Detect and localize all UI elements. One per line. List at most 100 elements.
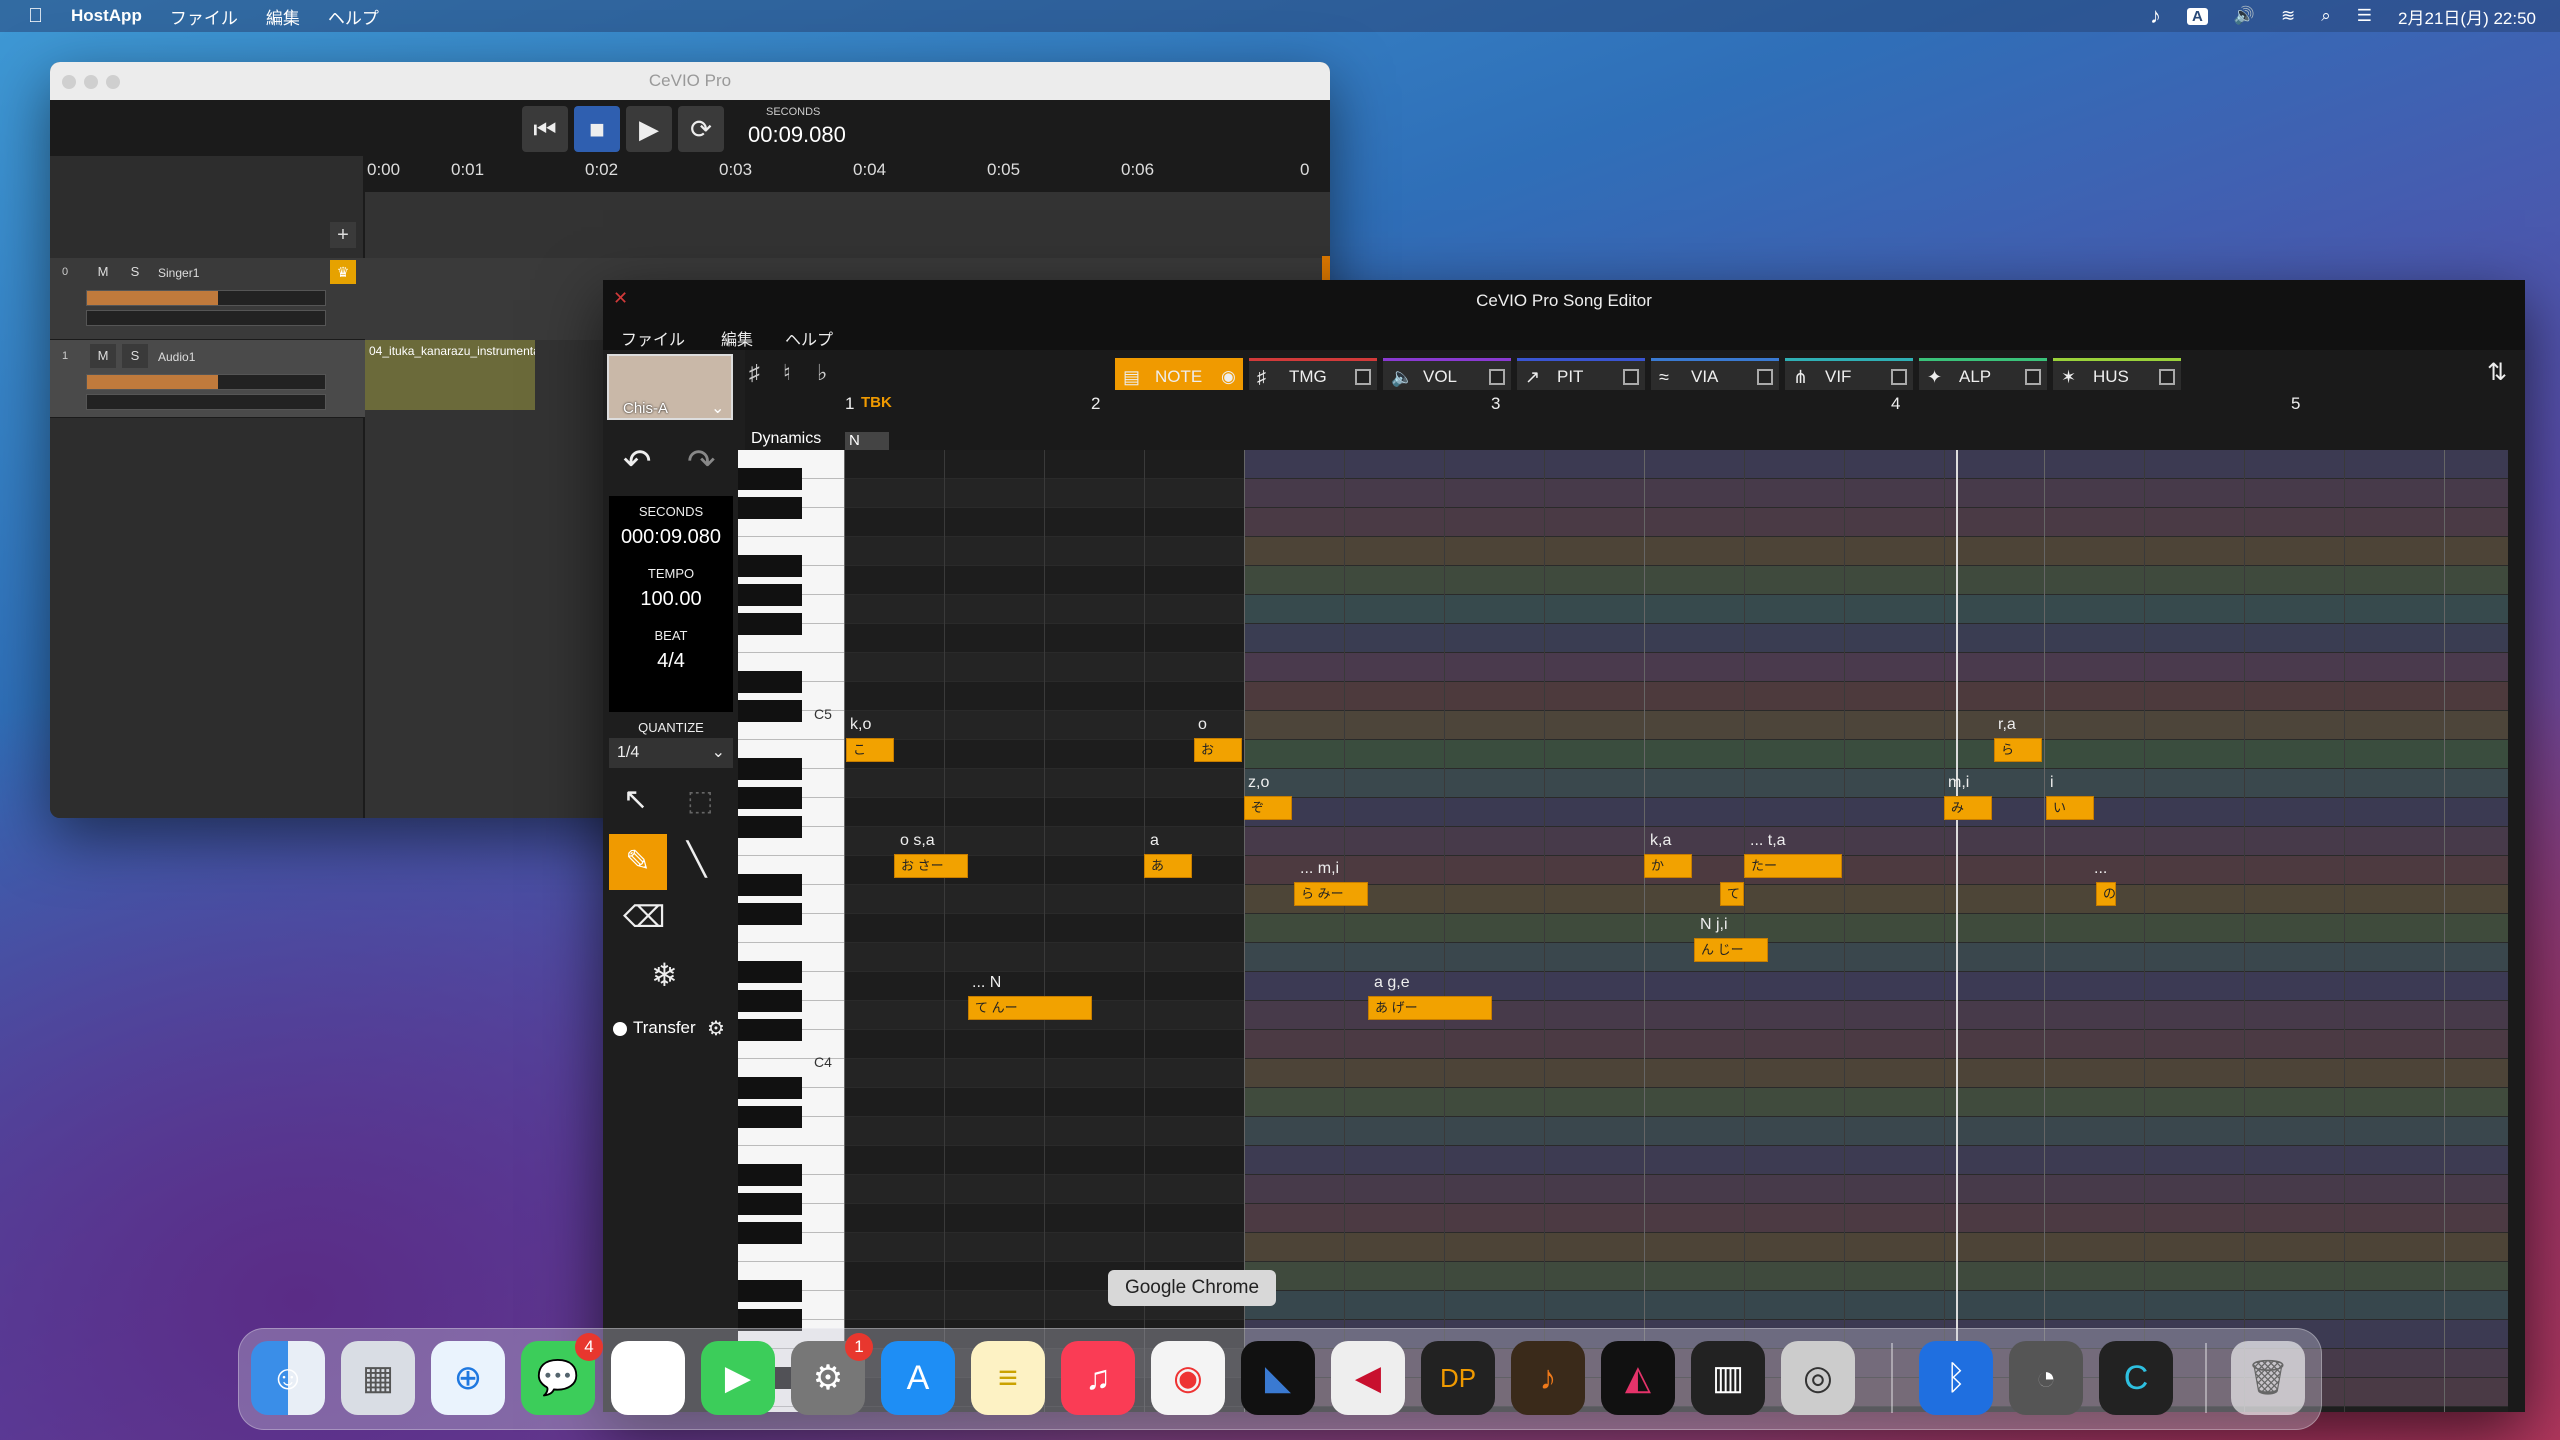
beat-value[interactable]: 4/4 [609, 650, 733, 673]
pitch-row[interactable] [844, 972, 2508, 1001]
black-key[interactable] [738, 584, 802, 606]
redo-icon[interactable]: ↷ [687, 442, 716, 482]
tab-via[interactable]: ≈ VIA [1651, 358, 1779, 390]
freeze-icon[interactable]: ❄ [651, 956, 678, 994]
note[interactable]: あ げー [1368, 996, 1492, 1020]
music-icon[interactable]: ♫ [1061, 1341, 1135, 1415]
black-key[interactable] [738, 1193, 802, 1215]
pitch-row[interactable] [844, 1030, 2508, 1059]
transfer-radio[interactable] [613, 1022, 627, 1036]
play-button[interactable]: ▶ [626, 106, 672, 152]
black-key[interactable] [738, 903, 802, 925]
undo-icon[interactable]: ↶ [623, 442, 652, 482]
menu-app-name[interactable]: HostApp [71, 6, 142, 26]
note[interactable]: たー [1744, 854, 1842, 878]
quantize-select[interactable]: 1/4 ⌄ [609, 738, 733, 768]
visibility-checkbox[interactable] [2159, 369, 2175, 385]
pitch-row[interactable] [844, 1088, 2508, 1117]
note[interactable]: み [1944, 796, 1992, 820]
black-key[interactable] [738, 671, 802, 693]
piano-roll[interactable]: k,o o z,o o s,a a ... m,i k,a ... t,a N … [844, 450, 2508, 1412]
note[interactable]: て [1720, 882, 1744, 906]
black-key[interactable] [738, 700, 802, 722]
dvd-player-icon[interactable]: ◎ [1781, 1341, 1855, 1415]
tab-vif[interactable]: ⋔ VIF [1785, 358, 1913, 390]
add-track-button[interactable]: + [330, 222, 356, 248]
stop-button[interactable]: ■ [574, 106, 620, 152]
visibility-checkbox[interactable] [1891, 369, 1907, 385]
cevio-icon[interactable]: ◀ [1331, 1341, 1405, 1415]
minimize-window-button[interactable] [84, 75, 98, 89]
pitch-row[interactable] [844, 1059, 2508, 1088]
volume-slider[interactable] [86, 374, 326, 390]
garageband-icon[interactable]: ♪ [1511, 1341, 1585, 1415]
song-ruler[interactable]: 1 TBK 2 3 4 5 [745, 390, 2525, 422]
loop-button[interactable]: ⟳ [678, 106, 724, 152]
visibility-checkbox[interactable] [1623, 369, 1639, 385]
pan-slider[interactable] [86, 394, 326, 410]
black-key[interactable] [738, 1164, 802, 1186]
tab-alp[interactable]: ✦ ALP [1919, 358, 2047, 390]
menu-help[interactable]: ヘルプ [328, 4, 379, 29]
menu-help[interactable]: ヘルプ [785, 326, 833, 350]
menu-file[interactable]: ファイル [621, 326, 685, 350]
pitch-row[interactable] [844, 566, 2508, 595]
select-tool-icon[interactable]: ⬚ [687, 784, 713, 817]
track-row[interactable]: 1 M S Audio1 [50, 340, 365, 418]
notes-icon[interactable]: ≡ [971, 1341, 1045, 1415]
pitch-row[interactable] [844, 711, 2508, 740]
pitch-row[interactable] [844, 537, 2508, 566]
pitch-row[interactable] [844, 798, 2508, 827]
menu-file[interactable]: ファイル [170, 4, 238, 29]
visibility-checkbox[interactable] [2025, 369, 2041, 385]
solo-button[interactable]: S [122, 260, 148, 284]
black-key[interactable] [738, 613, 802, 635]
black-key[interactable] [738, 961, 802, 983]
pan-slider[interactable] [86, 310, 326, 326]
cevio-ai-icon[interactable]: C [2099, 1341, 2173, 1415]
pitch-row[interactable] [844, 1117, 2508, 1146]
black-key[interactable] [738, 1280, 802, 1302]
pitch-row[interactable] [844, 1233, 2508, 1262]
black-key[interactable] [738, 874, 802, 896]
singer-avatar[interactable]: Chis-A ⌄ [607, 354, 733, 420]
digital-performer-icon[interactable]: DP [1421, 1341, 1495, 1415]
note[interactable]: い [2046, 796, 2094, 820]
input-source-indicator[interactable]: A [2187, 7, 2208, 25]
menu-edit[interactable]: 編集 [266, 4, 300, 29]
launchpad-icon[interactable]: ▦ [341, 1341, 415, 1415]
menubar-clock[interactable]: 2月21日(月) 22:50 [2398, 4, 2536, 29]
music-status-icon[interactable]: ♪ [2150, 3, 2161, 29]
visibility-checkbox[interactable] [1757, 369, 1773, 385]
tab-vol[interactable]: 🔈 VOL [1383, 358, 1511, 390]
volume-icon[interactable]: 🔊 [2234, 6, 2255, 26]
pitch-row[interactable] [844, 1146, 2508, 1175]
note[interactable]: ら [1994, 738, 2042, 762]
tab-hus[interactable]: ✶ HUS [2053, 358, 2181, 390]
eraser-tool-icon[interactable]: ⌫ [623, 900, 665, 935]
pitch-row[interactable] [844, 885, 2508, 914]
tbk-marker[interactable]: TBK [861, 394, 892, 411]
pitch-row[interactable] [844, 943, 2508, 972]
pitch-row[interactable] [844, 624, 2508, 653]
apple-icon[interactable]:  [28, 5, 43, 28]
wifi-off-icon[interactable]: ≋ [2281, 6, 2295, 26]
pitch-row[interactable] [844, 1204, 2508, 1233]
control-center-icon[interactable]: ☰ [2357, 6, 2372, 26]
pitch-row[interactable] [844, 1001, 2508, 1030]
track-row[interactable]: 0 M S Singer1 ♛ [50, 258, 365, 340]
note[interactable]: の [2096, 882, 2116, 906]
black-key[interactable] [738, 758, 802, 780]
piano-view-icon[interactable]: ♯ [749, 360, 760, 386]
pitch-row[interactable] [844, 595, 2508, 624]
safari-icon[interactable]: ⊕ [431, 1341, 505, 1415]
zoom-window-button[interactable] [106, 75, 120, 89]
pitch-row[interactable] [844, 769, 2508, 798]
facetime-icon[interactable]: ▶ [701, 1341, 775, 1415]
trash-icon[interactable]: 🗑 [2231, 1341, 2305, 1415]
black-key[interactable] [738, 816, 802, 838]
chrome-icon[interactable]: ◉ [1151, 1341, 1225, 1415]
black-key[interactable] [738, 1077, 802, 1099]
pitch-row[interactable] [844, 914, 2508, 943]
black-key[interactable] [738, 555, 802, 577]
